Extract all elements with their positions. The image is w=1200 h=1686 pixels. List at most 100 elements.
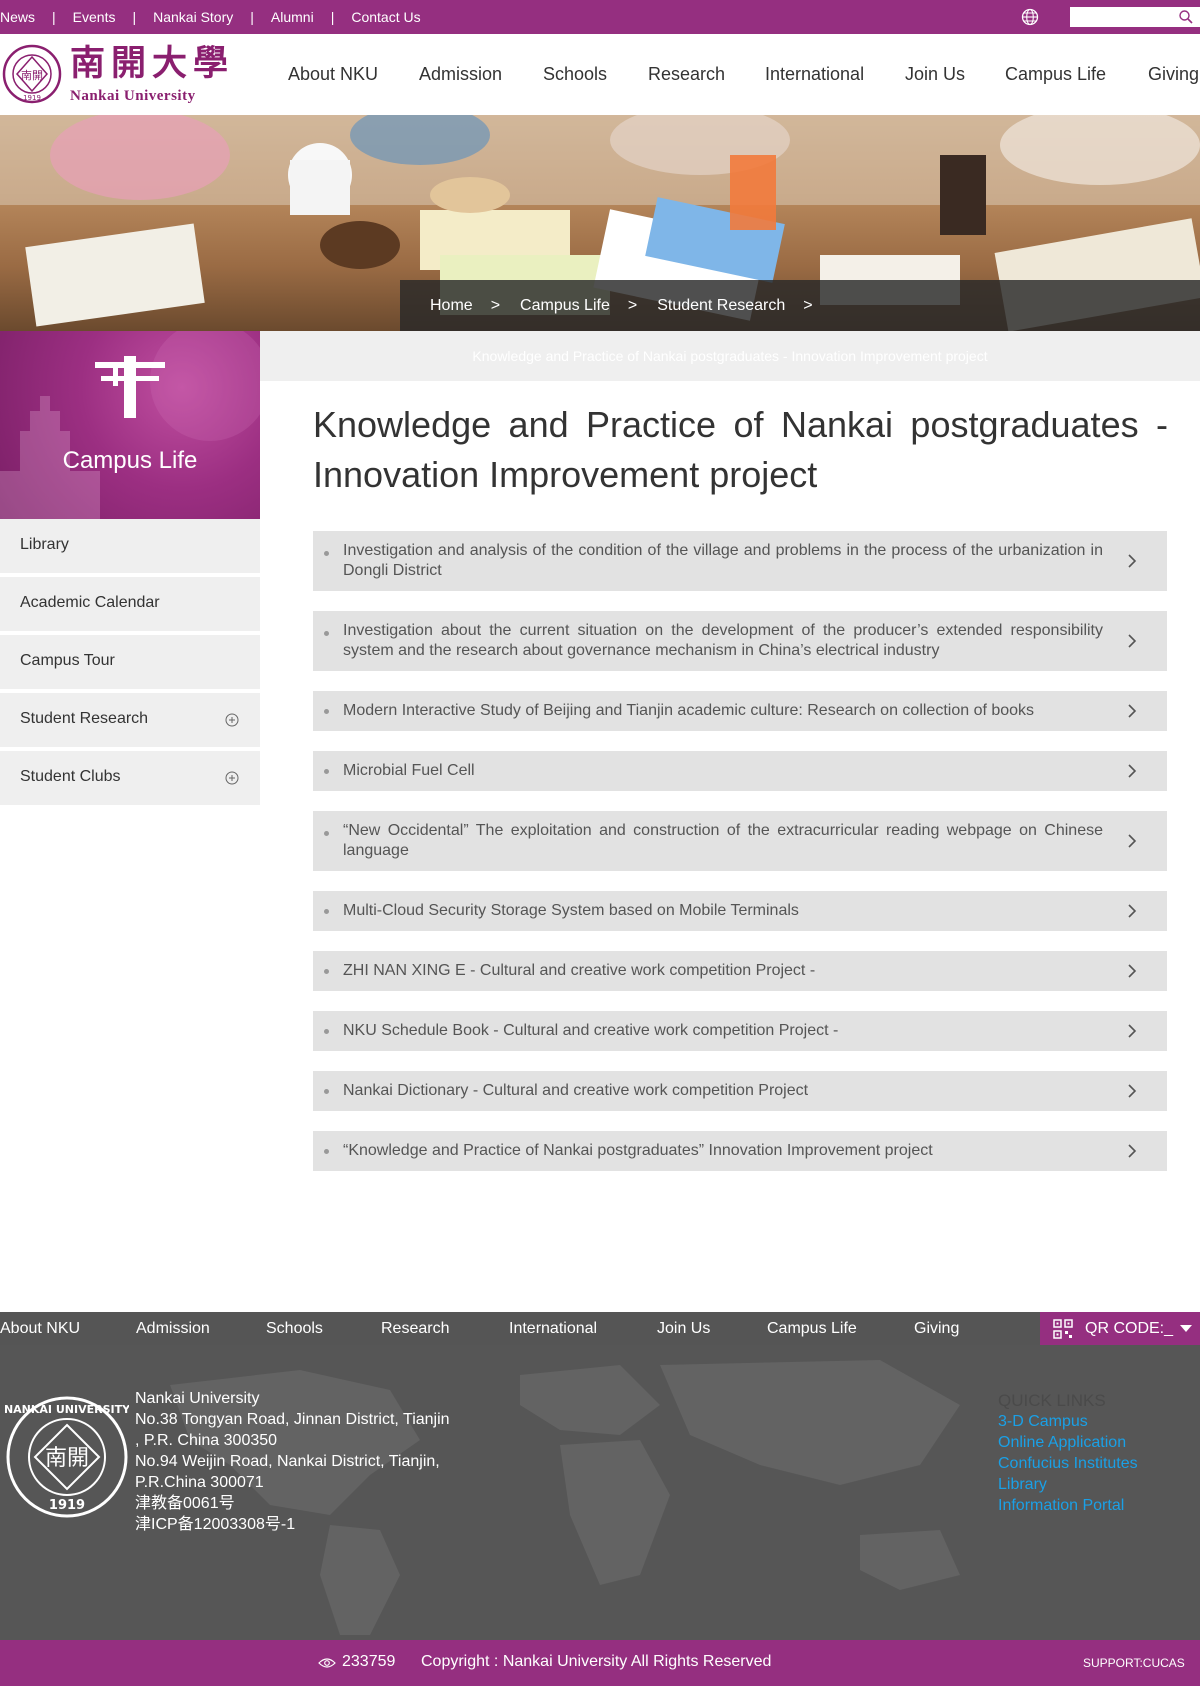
copyright-text: Copyright : Nankai University All Rights… [421, 1653, 772, 1670]
logo-english-name[interactable]: Nankai University [70, 88, 196, 105]
top-link-nankai-story[interactable]: Nankai Story [153, 9, 233, 25]
sidebar-item-library[interactable]: Library [0, 519, 260, 575]
content-sub-bar-text: Knowledge and Practice of Nankai postgra… [472, 348, 988, 364]
nav-giving[interactable]: Giving [1148, 64, 1199, 85]
breadcrumb-student-research[interactable]: Student Research [657, 297, 785, 315]
top-link-news[interactable]: News [0, 9, 35, 25]
list-item[interactable]: Microbial Fuel Cell [313, 751, 1167, 791]
footer-nav-schools[interactable]: Schools [266, 1320, 323, 1338]
footer-address: Nankai University No.38 Tongyan Road, Ji… [135, 1388, 450, 1535]
sidebar-item-student-clubs[interactable]: Student Clubs [0, 751, 260, 807]
quick-links-title: QUICK LINKS [998, 1391, 1106, 1410]
nav-about-nku[interactable]: About NKU [288, 64, 378, 85]
chevron-right-icon [1128, 1144, 1137, 1158]
address-line: Nankai University [135, 1390, 260, 1407]
list-item[interactable]: Nankai Dictionary - Cultural and creativ… [313, 1071, 1167, 1111]
breadcrumb-campus-life[interactable]: Campus Life [520, 297, 610, 315]
top-link-events[interactable]: Events [73, 9, 116, 25]
sidebar-item-student-research[interactable]: Student Research [0, 693, 260, 749]
top-links: News | Events | Nankai Story | Alumni | … [0, 0, 421, 34]
list-item-text: Multi-Cloud Security Storage System base… [343, 902, 799, 919]
address-line: , P.R. China 300350 [135, 1432, 278, 1449]
bullet-dot [324, 1029, 329, 1034]
sidebar-item-campus-tour[interactable]: Campus Tour [0, 635, 260, 691]
list-item[interactable]: Investigation and analysis of the condit… [313, 531, 1167, 591]
list-item[interactable]: “New Occidental” The exploitation and co… [313, 811, 1167, 871]
footer-seal-char-text: 南開 [45, 1446, 89, 1471]
top-link-separator: | [330, 9, 335, 25]
chevron-right-icon [1128, 764, 1137, 778]
chevron-right-icon [1128, 964, 1137, 978]
footer-nav-giving[interactable]: Giving [914, 1320, 959, 1338]
nav-research[interactable]: Research [648, 64, 725, 85]
globe-icon[interactable] [1021, 8, 1039, 26]
bullet-dot [324, 551, 329, 556]
main-nav: About NKU Admission Schools Research Int… [0, 64, 1200, 88]
list-item[interactable]: Modern Interactive Study of Beijing and … [313, 691, 1167, 731]
qr-code-icon [1053, 1319, 1073, 1339]
breadcrumb-separator: > [627, 296, 638, 314]
nav-campus-life[interactable]: Campus Life [1005, 64, 1106, 85]
footer-nav: About NKU Admission Schools Research Int… [0, 1312, 1040, 1345]
footer-nav-join-us[interactable]: Join Us [657, 1320, 710, 1338]
footer-university-seal: 南開 NANKAI UNIVERSITY 1919 [5, 1396, 129, 1518]
address-line: No.94 Weijin Road, Nankai District, Tian… [135, 1453, 440, 1470]
caret-down-icon [1180, 1325, 1192, 1332]
breadcrumb-home[interactable]: Home [430, 297, 473, 315]
nav-schools[interactable]: Schools [543, 64, 607, 85]
expand-plus-icon[interactable] [225, 713, 239, 727]
footer-seal-year-text: 1919 [49, 1498, 85, 1513]
list-item[interactable]: “Knowledge and Practice of Nankai postgr… [313, 1131, 1167, 1171]
quick-links: QUICK LINKS 3-D Campus Online Applicatio… [998, 1390, 1138, 1516]
sidebar-item-academic-calendar[interactable]: Academic Calendar [0, 577, 260, 633]
seal-year-text: 1919 [23, 94, 41, 102]
bullet-dot [324, 1149, 329, 1154]
nav-admission[interactable]: Admission [419, 64, 502, 85]
search-input[interactable] [1070, 7, 1170, 27]
footer-nav-admission[interactable]: Admission [136, 1320, 210, 1338]
list-item-text: “Knowledge and Practice of Nankai postgr… [343, 1142, 933, 1159]
breadcrumb: Home > Campus Life > Student Research > [400, 280, 1200, 331]
bullet-dot [324, 709, 329, 714]
footer-nav-international[interactable]: International [509, 1320, 597, 1338]
address-line: P.R.China 300071 [135, 1474, 264, 1491]
quick-link-3d-campus[interactable]: 3-D Campus [998, 1411, 1138, 1432]
qr-code-dropdown[interactable]: QR CODE:_ [1040, 1312, 1200, 1345]
page-title: Knowledge and Practice of Nankai postgra… [313, 404, 1168, 495]
sidebar-item-label: Campus Tour [20, 652, 115, 669]
footer-nav-research[interactable]: Research [381, 1320, 449, 1338]
quick-link-information-portal[interactable]: Information Portal [998, 1495, 1138, 1516]
list-item-text: Modern Interactive Study of Beijing and … [343, 702, 1035, 719]
list-item-text: NKU Schedule Book - Cultural and creativ… [343, 1022, 839, 1039]
list-item[interactable]: NKU Schedule Book - Cultural and creativ… [313, 1011, 1167, 1051]
list-item[interactable]: Multi-Cloud Security Storage System base… [313, 891, 1167, 931]
nav-join-us[interactable]: Join Us [905, 64, 965, 85]
bullet-dot [324, 969, 329, 974]
chevron-right-icon [1128, 554, 1137, 568]
list-item-text: Nankai Dictionary - Cultural and creativ… [343, 1082, 809, 1099]
list-item[interactable]: Investigation about the current situatio… [313, 611, 1167, 671]
top-link-alumni[interactable]: Alumni [271, 9, 314, 25]
quick-link-online-application[interactable]: Online Application [998, 1432, 1138, 1453]
footer-nav-about-nku[interactable]: About NKU [0, 1320, 80, 1338]
quick-link-confucius-institutes[interactable]: Confucius Institutes [998, 1453, 1138, 1474]
list-item[interactable]: ZHI NAN XING E - Cultural and creative w… [313, 951, 1167, 991]
sidebar-item-label: Student Research [20, 710, 149, 727]
quick-link-library[interactable]: Library [998, 1474, 1138, 1495]
bullet-dot [324, 909, 329, 914]
sidebar-item-label: Academic Calendar [20, 594, 160, 611]
breadcrumb-separator: > [803, 296, 813, 314]
nav-international[interactable]: International [765, 64, 864, 85]
footer-nav-campus-life[interactable]: Campus Life [767, 1320, 857, 1338]
footer-seal-name-text: NANKAI UNIVERSITY [5, 1403, 129, 1416]
support-text: SUPPORT:CUCAS [1083, 1656, 1185, 1670]
sidebar-header [0, 331, 260, 519]
top-link-contact-us[interactable]: Contact Us [351, 9, 420, 25]
top-link-separator: | [132, 9, 137, 25]
chevron-right-icon [1128, 634, 1137, 648]
qr-code-label: QR CODE:_ [1085, 1320, 1174, 1337]
expand-plus-icon[interactable] [225, 771, 239, 785]
search-icon[interactable] [1178, 9, 1194, 25]
bullet-dot [324, 831, 329, 836]
address-line: 津教备0061号 [135, 1495, 235, 1512]
